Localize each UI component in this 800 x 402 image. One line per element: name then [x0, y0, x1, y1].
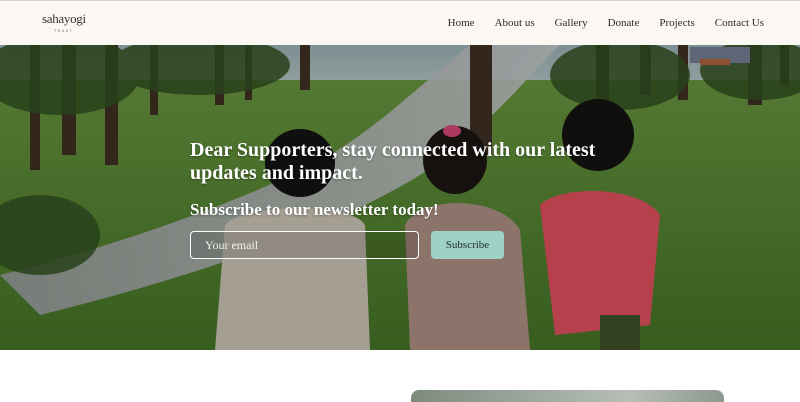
logo[interactable]: sahayogi TRUST [40, 8, 92, 38]
content-section [0, 350, 800, 402]
nav-contact-us[interactable]: Contact Us [715, 17, 764, 29]
nav-projects[interactable]: Projects [659, 17, 694, 29]
nav-donate[interactable]: Donate [608, 17, 640, 29]
main-nav: Home About us Gallery Donate Projects Co… [428, 17, 764, 29]
subscribe-button[interactable]: Subscribe [431, 231, 504, 259]
logo-subtext: TRUST [54, 29, 74, 33]
nav-home[interactable]: Home [448, 17, 475, 29]
logo-text: sahayogi [42, 11, 86, 26]
nav-gallery[interactable]: Gallery [555, 17, 588, 29]
section-image [411, 390, 724, 402]
hero-section: Dear Supporters, stay connected with our… [0, 45, 800, 350]
nav-about-us[interactable]: About us [495, 17, 535, 29]
newsletter-subheading: Subscribe to our newsletter today! [190, 200, 439, 219]
email-input[interactable] [190, 231, 419, 259]
site-header: sahayogi TRUST Home About us Gallery Don… [0, 0, 800, 45]
hero-overlay [0, 45, 800, 350]
hero-heading: Dear Supporters, stay connected with our… [190, 139, 596, 184]
